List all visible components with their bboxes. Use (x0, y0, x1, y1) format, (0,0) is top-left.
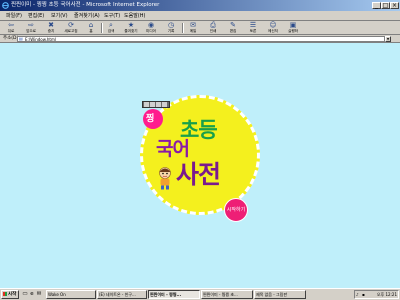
toolbar-separator (101, 23, 103, 33)
page-icon: ▤ (19, 36, 23, 41)
logo-sajeon-text: 사전 (176, 160, 221, 189)
messenger-icon: ☺ (269, 21, 277, 29)
address-input[interactable] (25, 37, 365, 41)
refresh-icon: ⟳ (68, 21, 74, 29)
mascot-character-icon (159, 167, 171, 190)
outlook-quicklaunch-icon[interactable]: ✉ (36, 291, 42, 298)
taskbar-item-nateon[interactable]: (E) 네이트온 - 친구... (97, 290, 147, 299)
toolbar-button-stop[interactable]: ✖ 중지 (44, 22, 58, 34)
show-desktop-icon[interactable]: ▭ (22, 291, 28, 298)
taskbar-item-wakeon[interactable]: Wake On (46, 290, 96, 299)
minimize-button[interactable]: _ (372, 2, 381, 9)
print-icon: ⎙ (210, 21, 216, 29)
start-button[interactable]: 시작하기 (224, 198, 248, 222)
toolbar-button-search[interactable]: ⌕ 검색 (104, 22, 118, 34)
search-icon: ⌕ (109, 21, 113, 29)
discuss-icon: ☰ (249, 21, 257, 29)
save-icon[interactable] (144, 102, 149, 107)
edit-icon: ✎ (230, 21, 236, 29)
toolbar-button-print[interactable]: ⎙ 인쇄 (206, 22, 220, 34)
menu-bar: 파일(F) 편집(E) 보기(V) 즐겨찾기(A) 도구(T) 도움말(H) (0, 11, 400, 32)
logo-gugeo-text: 국어 (156, 138, 190, 160)
toolbar-button-home[interactable]: ⌂ 홈 (84, 22, 98, 34)
history-icon: ◷ (167, 21, 175, 29)
image-toolbar[interactable] (142, 101, 170, 108)
address-dropdown-button[interactable]: ▼ (385, 36, 391, 42)
windows-taskbar: 시작 ▭ e ✉ Wake On (E) 네이트온 - 친구... 찐찐이미 -… (0, 288, 400, 300)
logo-jjing-text: 찡 (146, 114, 155, 124)
address-bar: 주소(D) ▤ ▼ (0, 35, 400, 43)
toolbar-button-favorites[interactable]: ★ 즐겨찾기 (124, 22, 138, 34)
media-icon: ◉ (147, 21, 155, 29)
window-title: 찐찐이미 - 찡찡 초등 국어사전 - Microsoft Internet E… (11, 2, 160, 8)
folder-icon[interactable] (162, 102, 167, 107)
menu-tools[interactable]: 도구(T) (104, 12, 120, 20)
speaker-icon[interactable]: ♪ (356, 292, 359, 297)
clock[interactable]: 오후 12:21 (377, 292, 397, 297)
start-menu-button[interactable]: 시작 (1, 290, 19, 299)
taskbar-item-dictionary[interactable]: 찐찐이미 - 찡찡 초... (201, 290, 253, 299)
menu-help[interactable]: 도움말(H) (124, 12, 145, 20)
toolbar-button-discuss[interactable]: ☰ 토론 (246, 22, 260, 34)
mail-icon: ✉ (190, 21, 196, 29)
ie-quicklaunch-icon[interactable]: e (29, 291, 35, 298)
close-button[interactable]: × (390, 2, 399, 9)
system-tray: ♪ ▪ 오후 12:21 (354, 290, 399, 299)
toolbar-separator (182, 23, 184, 33)
back-arrow-icon: ⇦ (8, 21, 14, 29)
mail-icon[interactable] (156, 102, 161, 107)
taskbar-item-paint[interactable]: 제목 없음 - 그림판 (254, 290, 306, 299)
toolbar-button-back[interactable]: ⇦ 뒤로 (4, 22, 18, 34)
favorites-icon: ★ (127, 21, 135, 29)
toolbar-button-run[interactable]: ▣ 실행하 (286, 22, 300, 34)
address-field[interactable]: ▤ (17, 36, 385, 42)
maximize-button[interactable]: □ (381, 2, 390, 9)
window-titlebar[interactable]: 찐찐이미 - 찡찡 초등 국어사전 - Microsoft Internet E… (0, 0, 400, 11)
print-icon[interactable] (150, 102, 155, 107)
menu-file[interactable]: 파일(F) (6, 12, 22, 20)
chevron-down-icon: ▼ (386, 37, 390, 41)
toolbar-button-messenger[interactable]: ☺ 메신저 (266, 22, 280, 34)
toolbar-button-forward[interactable]: ⇨ 앞으로 (24, 22, 38, 34)
stop-icon: ✖ (48, 21, 54, 29)
taskbar-item-dictionary-active[interactable]: 찐찐이미 - 찡찡... (148, 290, 200, 299)
forward-arrow-icon: ⇨ (28, 21, 34, 29)
windows-flag-icon (3, 291, 7, 296)
toolbar-button-mail[interactable]: ✉ 메일 (186, 22, 200, 34)
menu-edit[interactable]: 편집(E) (28, 12, 44, 20)
home-icon: ⌂ (88, 21, 94, 29)
address-label: 주소(D) (3, 36, 19, 41)
standard-toolbar: ⇦ 뒤로 ⇨ 앞으로 ✖ 중지 ⟳ 새로고침 ⌂ 홈 ⌕ 검색 ★ 즐겨찾기 ◉ 미디어 ◷ 기록… (0, 21, 400, 35)
menu-view[interactable]: 보기(V) (51, 12, 68, 20)
run-icon: ▣ (289, 21, 297, 29)
toolbar-button-media[interactable]: ◉ 미디어 (144, 22, 158, 34)
menu-favorites[interactable]: 즐겨찾기(A) (74, 12, 100, 20)
network-icon[interactable]: ▪ (362, 292, 365, 297)
toolbar-button-edit[interactable]: ✎ 편집 (226, 22, 240, 34)
toolbar-button-history[interactable]: ◷ 기록 (164, 22, 178, 34)
ie-logo-icon (2, 2, 9, 9)
toolbar-button-refresh[interactable]: ⟳ 새로고침 (64, 22, 78, 34)
